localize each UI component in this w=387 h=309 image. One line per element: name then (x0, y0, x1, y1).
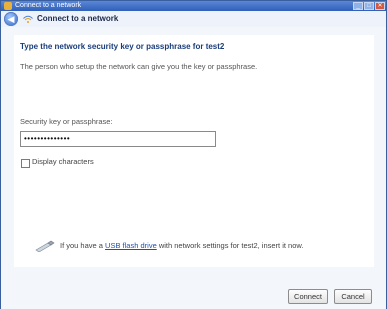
cancel-button[interactable]: Cancel (334, 289, 372, 304)
usb-drive-icon (35, 240, 55, 252)
wireless-network-icon (23, 15, 33, 23)
security-key-input[interactable]: •••••••••••••• (20, 131, 216, 147)
nav-bar: ◀ Connect to a network (1, 11, 386, 27)
nav-title: Connect to a network (37, 14, 119, 23)
window-title: Connect to a network (15, 2, 82, 9)
button-bar: Connect Cancel (1, 267, 386, 309)
maximize-button[interactable]: □ (364, 2, 374, 10)
content-panel: Type the network security key or passphr… (14, 35, 374, 267)
display-characters-checkbox[interactable] (21, 159, 30, 168)
usb-prefix: If you have a (60, 241, 103, 250)
description-text: The person who setup the network can giv… (20, 62, 258, 71)
usb-instruction: If you have a USB flash drive with netwo… (60, 241, 303, 250)
usb-flash-drive-link[interactable]: USB flash drive (105, 241, 157, 250)
network-icon (4, 2, 12, 10)
title-bar: Connect to a network _ □ ✕ (1, 1, 386, 11)
display-characters-label[interactable]: Display characters (32, 157, 94, 166)
back-arrow-icon: ◀ (7, 14, 15, 24)
page-heading: Type the network security key or passphr… (20, 42, 225, 51)
back-button[interactable]: ◀ (4, 12, 18, 26)
usb-suffix: with network settings for test2, insert … (158, 241, 304, 250)
close-button[interactable]: ✕ (375, 2, 385, 10)
minimize-button[interactable]: _ (353, 2, 363, 10)
security-key-label: Security key or passphrase: (20, 117, 113, 126)
connect-button[interactable]: Connect (288, 289, 328, 304)
dialog-window: Connect to a network _ □ ✕ ◀ Connect to … (0, 0, 387, 309)
